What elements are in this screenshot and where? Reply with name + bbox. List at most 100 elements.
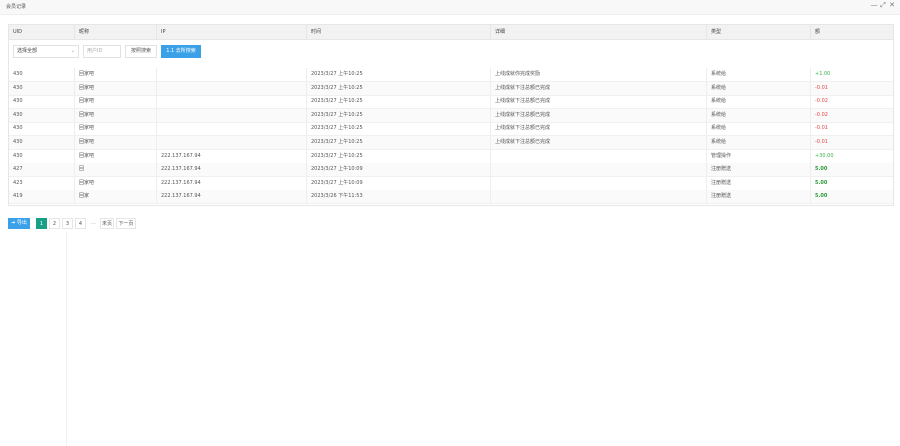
- cell-uid: 430: [9, 95, 75, 109]
- cell-nickname: 回家吧: [75, 95, 157, 109]
- cell-ip: 222.137.167.94: [157, 176, 307, 190]
- table-row[interactable]: 430 回家吧 2023/3/27 上午10:25 上线成就下注总额已完成 系统给 -0.…: [9, 136, 893, 150]
- cell-amount: 5.00: [815, 193, 828, 200]
- cell-uid: 430: [9, 149, 75, 163]
- cell-type: 注册赠送: [707, 176, 811, 190]
- column-header-ip[interactable]: IP: [157, 25, 307, 39]
- table-row[interactable]: 430 回家吧 222.137.167.94 2023/3/27 上午10:25 管理操…: [9, 149, 893, 164]
- cell-detail: [491, 176, 707, 190]
- column-header-nickname[interactable]: 昵称: [75, 25, 157, 39]
- cell-nickname: 回家吧: [75, 122, 157, 136]
- cell-detail: [491, 163, 707, 177]
- page-4-button[interactable]: 4: [75, 218, 86, 229]
- cell-type: 管理操作: [707, 149, 811, 163]
- cell-amount: +30.00: [815, 152, 834, 159]
- cell-uid: 430: [9, 108, 75, 122]
- chevron-down-icon: ⌄: [70, 48, 75, 54]
- table-row[interactable]: 430 回家吧 2023/3/27 上午10:25 上线成就下注总额已完成 系统给 -0.…: [9, 108, 893, 123]
- cell-time: 2023/3/27 上午10:25: [307, 108, 491, 122]
- cell-detail: [491, 149, 707, 163]
- cell-nickname: 回家吧: [75, 108, 157, 122]
- page-2-button[interactable]: 2: [49, 218, 60, 229]
- column-header-amount[interactable]: 额: [811, 25, 893, 39]
- column-header-type[interactable]: 类型: [707, 25, 811, 39]
- table-row[interactable]: 430 回家吧 2023/3/27 上午10:25 上线成就下注总额已完成 系统给 -0.…: [9, 122, 893, 137]
- cell-type: 注册赠送: [707, 190, 811, 204]
- cell-nickname: 回家吧: [75, 136, 157, 149]
- cell-ip: 222.137.167.94: [157, 163, 307, 177]
- cell-ip: [157, 95, 307, 109]
- cell-time: 2023/3/27 上午10:25: [307, 136, 491, 149]
- filter-bar: 选择全部 ⌄ 用户ID 按照搜索 1.1 去所搜索: [9, 40, 893, 66]
- cell-uid: 430: [9, 136, 75, 149]
- window-title: 会员记录: [6, 4, 27, 10]
- column-header-uid[interactable]: UID: [9, 25, 75, 39]
- cell-detail: [491, 190, 707, 204]
- cell-ip: [157, 81, 307, 95]
- cell-type: 系统给: [707, 95, 811, 109]
- cell-time: 2023/3/27 上午10:09: [307, 176, 491, 190]
- table-row[interactable]: 430 回家吧 2023/3/27 上午10:25 上线成就下注总额已完成 系统给 -0.…: [9, 95, 893, 110]
- cell-uid: 423: [9, 176, 75, 190]
- cell-type: 注册赠送: [707, 163, 811, 177]
- cell-amount: -0.02: [815, 98, 828, 105]
- cell-nickname: 回: [75, 163, 157, 177]
- column-header-time[interactable]: 时间: [307, 25, 491, 39]
- cell-ip: [157, 108, 307, 122]
- cell-amount: 5.00: [815, 179, 828, 186]
- next-page-button[interactable]: 下一页: [116, 218, 136, 229]
- records-table: UID 昵称 IP 时间 详细 类型 额 选择全部 ⌄ 用户ID 按照搜索 1.…: [8, 24, 894, 206]
- table-row[interactable]: 427 回 222.137.167.94 2023/3/27 上午10:09 注册赠送 5…: [9, 163, 893, 178]
- cell-nickname: 回家吧: [75, 176, 157, 190]
- cell-amount: -0.01: [815, 139, 828, 145]
- window-titlebar: 会员记录 — ⤢ ✕: [0, 0, 900, 15]
- maximize-icon[interactable]: ⤢: [879, 1, 887, 10]
- cell-type: 系统给: [707, 81, 811, 95]
- cell-time: 2023/3/27 上午10:25: [307, 95, 491, 109]
- cell-time: 2023/3/27 上午10:25: [307, 122, 491, 136]
- column-header-detail[interactable]: 详细: [491, 25, 707, 39]
- cell-amount: +1.00: [815, 71, 831, 77]
- cell-uid: 430: [9, 68, 75, 81]
- close-icon[interactable]: ✕: [888, 1, 896, 9]
- page-3-button[interactable]: 3: [62, 218, 73, 229]
- export-button[interactable]: ➔ 导出: [8, 218, 30, 229]
- cell-nickname: 回家: [75, 190, 157, 204]
- cell-time: 2023/3/27 上午10:09: [307, 163, 491, 177]
- cell-amount: 5.00: [815, 166, 828, 173]
- cell-ip: 222.137.167.94: [157, 190, 307, 204]
- blue-search-button[interactable]: 1.1 去所搜索: [161, 45, 201, 58]
- cell-type: 系统给: [707, 122, 811, 136]
- cell-amount: -0.02: [815, 111, 828, 118]
- cell-uid: 427: [9, 163, 75, 177]
- cell-type: 系统给: [707, 68, 811, 81]
- cell-detail: 上线成就下注总额已完成: [491, 95, 707, 109]
- last-page-button[interactable]: 末页: [100, 218, 114, 229]
- table-row[interactable]: 430 回家吧 2023/3/27 上午10:25 上线成就下注总额已完成 系统给 -0.…: [9, 81, 893, 96]
- pagination-ellipsis: ...: [91, 220, 96, 226]
- cell-nickname: 回家吧: [75, 68, 157, 81]
- minimize-icon[interactable]: —: [870, 1, 878, 9]
- table-row[interactable]: 430 回家吧 2023/3/27 上午10:25 上线成就你完成奖励 系统给 +1.00: [9, 68, 893, 82]
- cell-detail: 上线成就下注总额已完成: [491, 108, 707, 122]
- cell-time: 2023/3/26 下午11:53: [307, 190, 491, 204]
- cell-detail: 上线成就你完成奖励: [491, 68, 707, 81]
- cell-type: 系统给: [707, 136, 811, 149]
- cell-uid: 430: [9, 81, 75, 95]
- page-1-button[interactable]: 1: [36, 218, 47, 229]
- cell-ip: [157, 68, 307, 81]
- search-button[interactable]: 按照搜索: [125, 45, 157, 58]
- type-select-value: 选择全部: [17, 48, 38, 54]
- user-id-input[interactable]: 用户ID: [83, 45, 121, 58]
- cell-amount: -0.01: [815, 84, 828, 91]
- cell-time: 2023/3/27 上午10:25: [307, 68, 491, 81]
- cell-nickname: 回家吧: [75, 81, 157, 95]
- divider: [66, 232, 67, 446]
- cell-time: 2023/3/27 上午10:25: [307, 81, 491, 95]
- cell-ip: [157, 122, 307, 136]
- table-row[interactable]: 419 回家 222.137.167.94 2023/3/26 下午11:53 注册赠送…: [9, 190, 893, 205]
- type-select[interactable]: 选择全部 ⌄: [13, 45, 79, 58]
- cell-amount: -0.01: [815, 125, 828, 132]
- table-row[interactable]: 423 回家吧 222.137.167.94 2023/3/27 上午10:09 注册赠…: [9, 176, 893, 191]
- cell-detail: 上线成就下注总额已完成: [491, 136, 707, 149]
